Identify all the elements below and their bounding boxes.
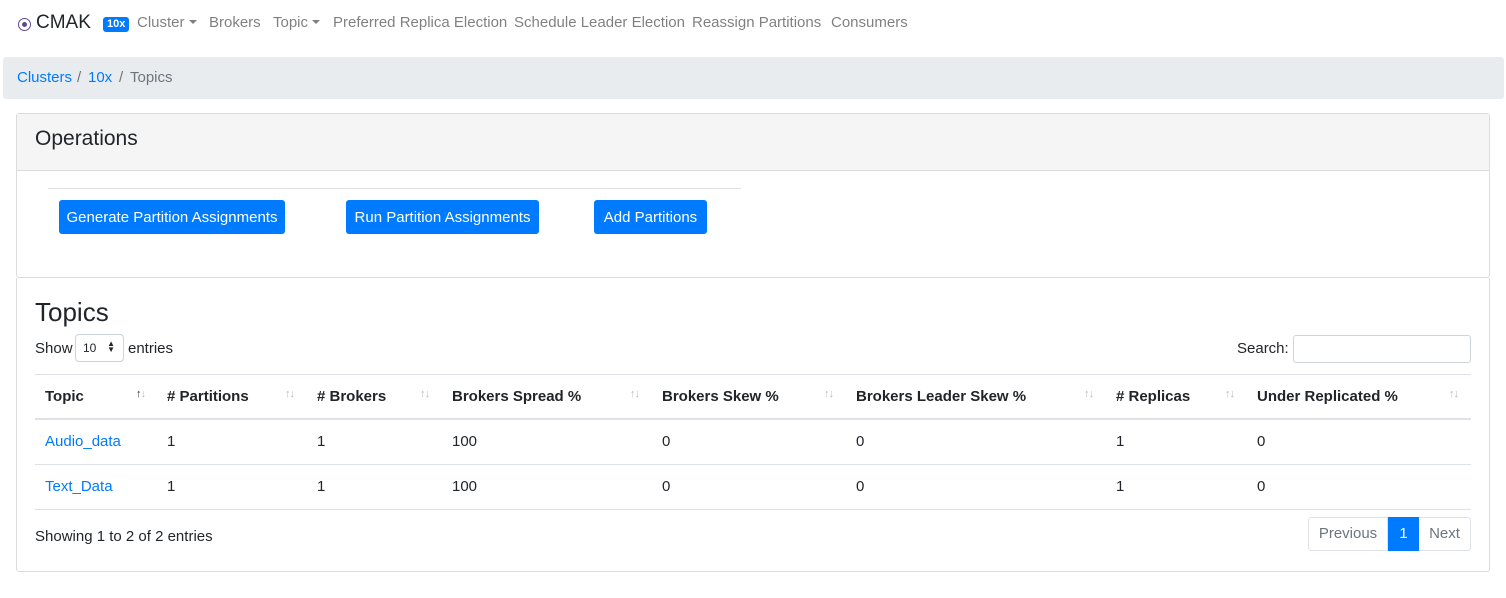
topics-table: Topic ↑↓ # Partitions ↑↓ # Brokers ↑↓ Br…: [35, 374, 1471, 510]
column-header-topic[interactable]: Topic: [45, 388, 84, 405]
column-header-under-replicated[interactable]: Under Replicated %: [1257, 388, 1398, 405]
nav-cluster-label: Cluster: [137, 14, 185, 31]
run-partition-assignments-button[interactable]: Run Partition Assignments: [346, 200, 539, 234]
nav-consumers[interactable]: Consumers: [831, 14, 908, 31]
cell-under-replicated: 0: [1257, 433, 1266, 450]
search-input[interactable]: [1293, 335, 1471, 363]
breadcrumb-cluster-10x[interactable]: 10x: [88, 69, 112, 86]
breadcrumb-clusters[interactable]: Clusters: [17, 69, 72, 86]
column-header-brokers[interactable]: # Brokers: [317, 388, 386, 405]
breadcrumb-separator: /: [77, 69, 82, 86]
cell-partitions: 1: [167, 433, 176, 450]
cell-brokers-skew: 0: [662, 478, 671, 495]
nav-reassign-partitions[interactable]: Reassign Partitions: [692, 14, 821, 31]
cell-brokers-skew: 0: [662, 433, 671, 450]
operations-header: [17, 114, 1489, 171]
topic-link[interactable]: Text_Data: [45, 478, 113, 495]
topics-card: Topics Show 10 ▲ ▼ entries Search: Topic …: [16, 278, 1490, 572]
sort-arrows-icon: ↑↓: [1449, 388, 1459, 400]
generate-partition-assignments-button[interactable]: Generate Partition Assignments: [59, 200, 285, 234]
brand-name: CMAK: [36, 12, 91, 33]
cell-brokers: 1: [317, 478, 326, 495]
sort-arrows-icon: ↑↓: [1225, 388, 1235, 400]
operations-card: Operations Generate Partition Assignment…: [16, 113, 1490, 278]
brand-circle-icon: [18, 18, 31, 31]
nav-preferred-replica-election[interactable]: Preferred Replica Election: [333, 14, 507, 31]
page-size-select[interactable]: 10 ▲ ▼: [75, 334, 124, 362]
caret-down-icon: [312, 20, 321, 24]
pagination-next[interactable]: Next: [1419, 517, 1471, 551]
caret-down-icon: [188, 20, 197, 24]
cell-brokers-spread: 100: [452, 478, 478, 495]
sort-arrows-icon: ↑↓: [420, 388, 430, 400]
column-header-brokers-leader-skew[interactable]: Brokers Leader Skew %: [856, 388, 1026, 405]
nav-schedule-leader-election[interactable]: Schedule Leader Election: [514, 14, 685, 31]
sort-arrows-icon: ↑↓: [1084, 388, 1094, 400]
cell-brokers-leader-skew: 0: [856, 433, 865, 450]
table-row: Text_Data 1 1 100 0 0 1 0: [35, 465, 1471, 510]
cluster-badge: 10x: [103, 17, 130, 32]
pagination-page-1[interactable]: 1: [1388, 517, 1419, 551]
search-label: Search:: [1237, 340, 1289, 357]
cell-brokers-spread: 100: [452, 433, 478, 450]
sort-asc-icon: ↑↓: [136, 388, 146, 400]
sort-arrows-icon: ↑↓: [824, 388, 834, 400]
nav-topic-dropdown[interactable]: Topic: [273, 14, 321, 31]
operations-title: Operations: [35, 127, 138, 150]
page-size-value: 10: [83, 341, 97, 355]
cell-partitions: 1: [167, 478, 176, 495]
column-header-brokers-spread[interactable]: Brokers Spread %: [452, 388, 581, 405]
nav-topic-label: Topic: [273, 14, 309, 31]
topic-link[interactable]: Audio_data: [45, 433, 121, 450]
top-navbar: CMAK 10x Cluster Brokers Topic Preferred…: [0, 0, 1506, 46]
nav-cluster-dropdown[interactable]: Cluster: [137, 14, 197, 31]
select-arrows-icon: ▲ ▼: [107, 339, 115, 354]
column-header-partitions[interactable]: # Partitions: [167, 388, 249, 405]
column-header-brokers-skew[interactable]: Brokers Skew %: [662, 388, 779, 405]
entries-label: entries: [128, 340, 174, 357]
sort-arrows-icon: ↑↓: [630, 388, 640, 400]
brand-link[interactable]: CMAK: [18, 12, 91, 34]
breadcrumb: Clusters / 10x / Topics: [3, 57, 1504, 99]
cell-brokers-leader-skew: 0: [856, 478, 865, 495]
pagination: Previous 1 Next: [1308, 517, 1471, 551]
column-header-replicas[interactable]: # Replicas: [1116, 388, 1190, 405]
add-partitions-button[interactable]: Add Partitions: [594, 200, 707, 234]
divider: [48, 188, 741, 189]
breadcrumb-separator: /: [119, 69, 124, 86]
cell-replicas: 1: [1116, 478, 1125, 495]
cell-brokers: 1: [317, 433, 326, 450]
table-info: Showing 1 to 2 of 2 entries: [35, 528, 213, 545]
breadcrumb-topics: Topics: [130, 69, 173, 86]
sort-arrows-icon: ↑↓: [285, 388, 295, 400]
table-row: Audio_data 1 1 100 0 0 1 0: [35, 420, 1471, 465]
table-header: Topic ↑↓ # Partitions ↑↓ # Brokers ↑↓ Br…: [35, 374, 1471, 420]
cell-under-replicated: 0: [1257, 478, 1266, 495]
nav-brokers[interactable]: Brokers: [209, 14, 261, 31]
pagination-previous[interactable]: Previous: [1308, 517, 1388, 551]
show-label: Show: [35, 340, 73, 357]
cell-replicas: 1: [1116, 433, 1125, 450]
topics-title: Topics: [35, 297, 109, 327]
